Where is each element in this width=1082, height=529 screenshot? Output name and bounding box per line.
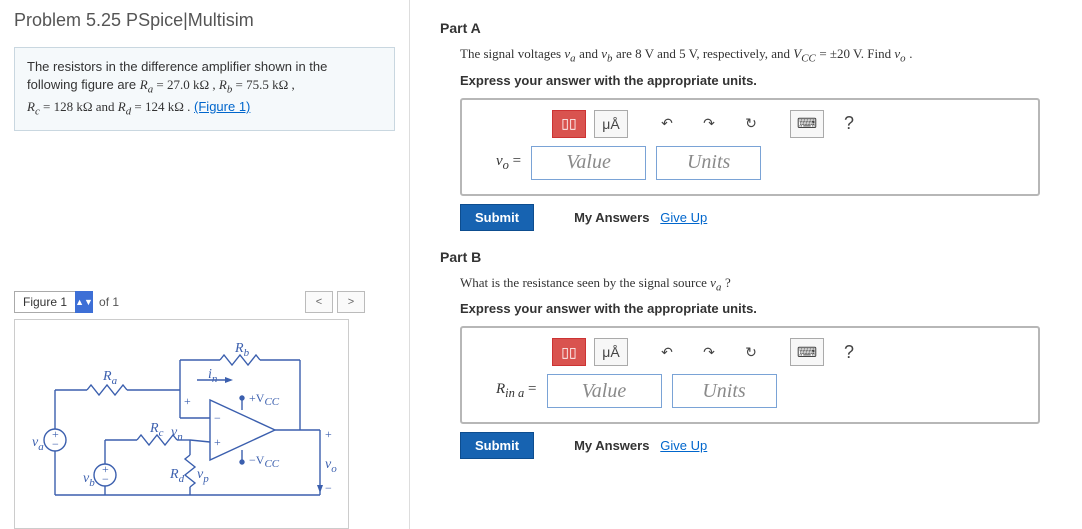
Ra-var: R xyxy=(140,77,148,92)
figure-of-text: of 1 xyxy=(99,295,119,309)
Rc-var: R xyxy=(27,99,35,114)
part-b-label: Part B xyxy=(440,249,1052,265)
problem-line2-pre: following figure are xyxy=(27,77,140,92)
symbols-icon[interactable]: μÅ xyxy=(594,110,628,138)
svg-text:+: + xyxy=(184,394,191,408)
part-a-prompt: The signal voltages va and vb are 8 V an… xyxy=(460,46,1052,65)
Rd-var: R xyxy=(118,99,126,114)
part-a-lhs: vo = xyxy=(496,153,521,173)
svg-text:+: + xyxy=(325,427,332,441)
my-answers-label: My Answers xyxy=(574,438,649,453)
part-a-units-input[interactable]: Units xyxy=(656,146,761,180)
page-title: Problem 5.25 PSpice|Multisim xyxy=(14,10,395,31)
svg-text:Ra: Ra xyxy=(102,369,118,387)
svg-text:vn: vn xyxy=(171,425,183,443)
help-icon[interactable]: ? xyxy=(832,110,866,138)
problem-statement: The resistors in the difference amplifie… xyxy=(14,47,395,131)
problem-line1: The resistors in the difference amplifie… xyxy=(27,59,327,74)
part-a-answer-info: My Answers Give Up xyxy=(574,210,707,225)
part-b-lhs: Rin a = xyxy=(496,381,537,401)
part-b-units-input[interactable]: Units xyxy=(672,374,777,408)
part-a-panel: ▯▯ μÅ ↶ ↷ ↻ ⌨ ? vo = Value Units xyxy=(460,98,1040,196)
figure-next-button[interactable]: > xyxy=(337,291,365,313)
undo-icon[interactable]: ↶ xyxy=(650,338,684,366)
redo-icon[interactable]: ↷ xyxy=(692,338,726,366)
Rc-eq: = 128 kΩ and xyxy=(40,99,118,114)
help-icon[interactable]: ? xyxy=(832,338,866,366)
svg-text:va: va xyxy=(32,435,44,453)
give-up-link[interactable]: Give Up xyxy=(660,438,707,453)
svg-text:−: − xyxy=(102,472,109,486)
figure-prev-button[interactable]: < xyxy=(305,291,333,313)
give-up-link[interactable]: Give Up xyxy=(660,210,707,225)
Rd-eq: = 124 kΩ . xyxy=(131,99,190,114)
part-b-value-input[interactable]: Value xyxy=(547,374,662,408)
svg-text:−: − xyxy=(214,411,221,425)
svg-text:−VCC: −VCC xyxy=(249,453,280,470)
part-b-submit-button[interactable]: Submit xyxy=(460,432,534,459)
undo-icon[interactable]: ↶ xyxy=(650,110,684,138)
reset-icon[interactable]: ↻ xyxy=(734,338,768,366)
template-icon[interactable]: ▯▯ xyxy=(552,338,586,366)
part-a-value-input[interactable]: Value xyxy=(531,146,646,180)
figure-label: Figure 1 xyxy=(14,291,76,313)
part-a-submit-button[interactable]: Submit xyxy=(460,204,534,231)
reset-icon[interactable]: ↻ xyxy=(734,110,768,138)
part-b-prompt: What is the resistance seen by the signa… xyxy=(460,275,1052,294)
svg-text:vp: vp xyxy=(197,467,209,485)
part-b-panel: ▯▯ μÅ ↶ ↷ ↻ ⌨ ? Rin a = Value Units xyxy=(460,326,1040,424)
Rb-var: R xyxy=(219,77,227,92)
svg-text:−: − xyxy=(52,437,59,451)
figure-link[interactable]: (Figure 1) xyxy=(194,99,250,114)
svg-text:−: − xyxy=(325,481,332,495)
keyboard-icon[interactable]: ⌨ xyxy=(790,338,824,366)
Rb-eq: = 75.5 kΩ , xyxy=(232,77,295,92)
figure-stepper-icon[interactable]: ▲▼ xyxy=(75,291,93,313)
svg-text:Rd: Rd xyxy=(169,467,185,485)
svg-text:+: + xyxy=(214,435,221,449)
part-a-label: Part A xyxy=(440,20,1052,36)
svg-text:vo: vo xyxy=(325,457,337,475)
part-b-hint: Express your answer with the appropriate… xyxy=(460,301,1052,316)
circuit-figure: Ra Rb Rc Rd in va vb vn vp vo +VCC −VCC … xyxy=(14,319,349,529)
keyboard-icon[interactable]: ⌨ xyxy=(790,110,824,138)
svg-text:+VCC: +VCC xyxy=(249,391,280,408)
svg-text:in: in xyxy=(208,367,218,385)
symbols-icon[interactable]: μÅ xyxy=(594,338,628,366)
my-answers-label: My Answers xyxy=(574,210,649,225)
part-b-answer-info: My Answers Give Up xyxy=(574,438,707,453)
Ra-eq: = 27.0 kΩ , xyxy=(153,77,219,92)
template-icon[interactable]: ▯▯ xyxy=(552,110,586,138)
redo-icon[interactable]: ↷ xyxy=(692,110,726,138)
part-a-hint: Express your answer with the appropriate… xyxy=(460,73,1052,88)
